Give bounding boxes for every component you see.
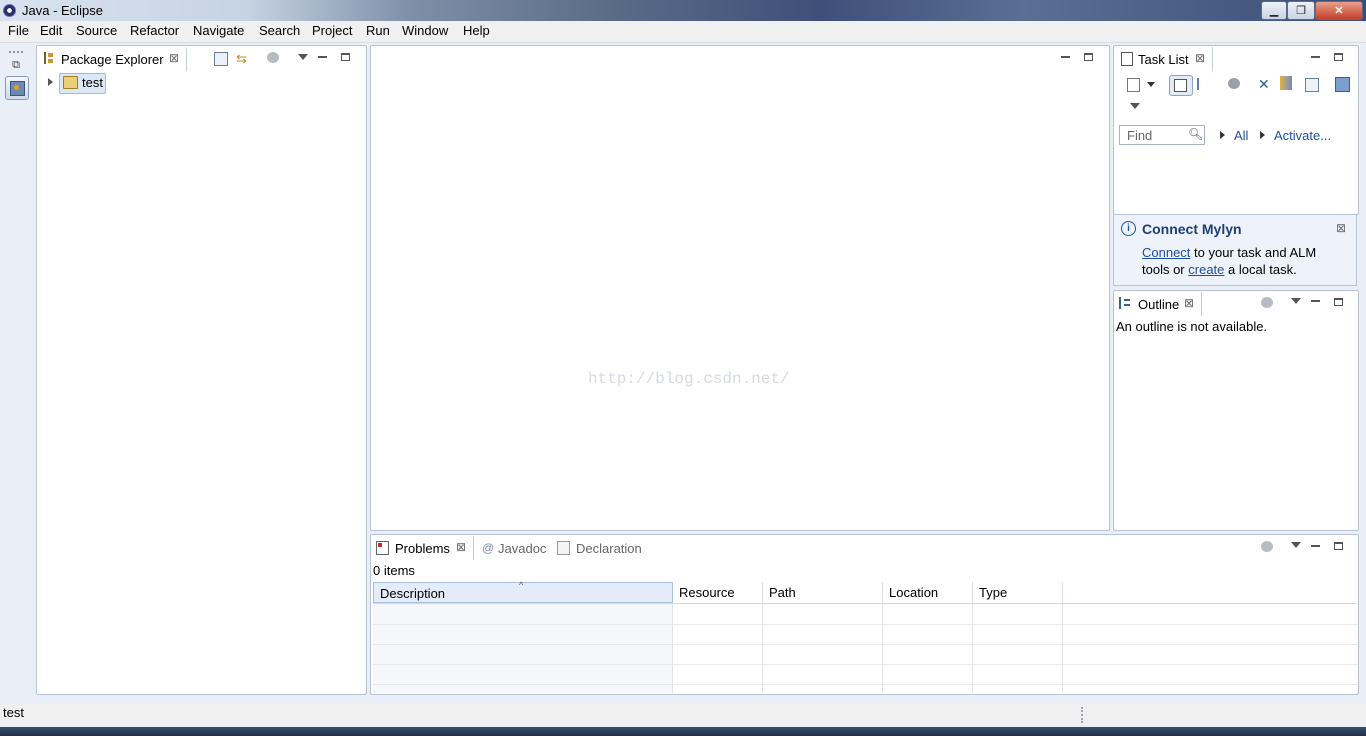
restore-icon[interactable]: ⧉ (9, 59, 23, 71)
package-explorer-panel (36, 45, 367, 695)
menu-search[interactable]: Search (259, 23, 300, 38)
link-with-editor-icon[interactable]: ⇆ (236, 51, 247, 67)
outline-label: Outline (1138, 297, 1180, 312)
tab-declaration[interactable]: Declaration (576, 541, 642, 556)
connect-link[interactable]: Connect (1142, 245, 1190, 260)
watermark: http://blog.csdn.net/ (588, 370, 790, 388)
collapse-all-icon[interactable] (214, 52, 228, 66)
minimize-window-button[interactable]: ▁ (1261, 1, 1287, 20)
close-window-button[interactable]: ✕ (1315, 1, 1363, 20)
status-grip (1081, 707, 1085, 723)
close-icon[interactable]: ⊠ (1336, 221, 1346, 235)
synchronize-icon[interactable] (1280, 76, 1292, 90)
package-explorer-icon (44, 52, 57, 64)
info-icon: i (1121, 221, 1136, 236)
os-taskbar (0, 727, 1366, 736)
outline-icon (1119, 297, 1133, 309)
filter-arrow-icon (1220, 131, 1225, 139)
menu-project[interactable]: Project (312, 23, 352, 38)
outline-message: An outline is not available. (1116, 319, 1268, 334)
hide-completed-icon[interactable]: ✕ (1258, 76, 1270, 93)
status-bar (0, 704, 1366, 726)
task-list-icon (1121, 52, 1133, 66)
status-text: test (3, 705, 24, 720)
maximize-icon[interactable] (1334, 53, 1343, 61)
title-bar (0, 0, 1366, 21)
declaration-icon (557, 541, 570, 555)
javadoc-icon: @ (482, 541, 495, 555)
minimize-icon[interactable] (1311, 300, 1320, 302)
minimize-icon[interactable] (318, 56, 327, 58)
find-field[interactable]: Find 🔍︎ (1119, 125, 1205, 145)
view-menu-icon[interactable] (1130, 103, 1140, 109)
focus-icon[interactable] (267, 52, 279, 63)
focus-icon[interactable] (1228, 78, 1240, 89)
menu-source[interactable]: Source (76, 23, 117, 38)
link-icon[interactable] (1335, 77, 1350, 92)
task-list-label: Task List (1138, 52, 1189, 67)
menu-navigate[interactable]: Navigate (193, 23, 244, 38)
categorized-icon (1174, 79, 1187, 92)
package-explorer-label: Package Explorer (61, 52, 164, 67)
problems-count: 0 items (373, 563, 415, 578)
maximize-window-button[interactable]: ❐ (1287, 1, 1315, 20)
mylyn-text-2: tools or (1142, 262, 1185, 277)
activate-link[interactable]: Activate... (1274, 128, 1331, 143)
perspective-trim: ⧉ (2, 45, 30, 103)
new-task-dropdown-icon[interactable] (1147, 82, 1155, 87)
column-type[interactable]: Type (973, 582, 1063, 603)
editor-area[interactable] (370, 45, 1110, 531)
window-title: Java - Eclipse (22, 3, 103, 18)
mylyn-title: Connect Mylyn (1142, 221, 1242, 237)
problems-icon (376, 541, 389, 555)
expand-arrow-icon[interactable] (48, 78, 53, 86)
find-placeholder: Find (1127, 128, 1153, 143)
table-body (373, 604, 673, 693)
scheduled-icon[interactable] (1197, 78, 1211, 90)
menu-help[interactable]: Help (463, 23, 490, 38)
search-icon: 🔍︎ (1188, 127, 1204, 141)
focus-icon[interactable] (1261, 541, 1273, 552)
column-location[interactable]: Location (883, 582, 973, 603)
tab-javadoc[interactable]: Javadoc (498, 541, 546, 556)
maximize-icon[interactable] (341, 53, 350, 61)
close-icon[interactable]: ⊠ (456, 540, 466, 554)
column-resource[interactable]: Resource (673, 582, 763, 603)
menu-window[interactable]: Window (402, 23, 448, 38)
java-perspective-button[interactable] (5, 76, 29, 100)
sort-ascending-icon: ^ (519, 580, 524, 590)
problems-label: Problems (395, 541, 450, 556)
mylyn-text-1: to your task and ALM (1194, 245, 1317, 260)
menu-run[interactable]: Run (366, 23, 390, 38)
minimize-icon[interactable] (1061, 56, 1070, 58)
mylyn-line-1: Connect to your task and ALM (1142, 245, 1316, 260)
view-menu-icon[interactable] (298, 54, 308, 60)
minimize-icon[interactable] (1311, 56, 1320, 58)
close-icon[interactable]: ⊠ (169, 51, 179, 65)
eclipse-icon (3, 4, 16, 17)
collapse-all-icon[interactable] (1305, 78, 1319, 92)
column-path[interactable]: Path (763, 582, 883, 603)
mylyn-line-2: tools or create a local task. (1142, 262, 1297, 277)
menu-edit[interactable]: Edit (40, 23, 62, 38)
tree-item-label: test (82, 75, 103, 90)
minimize-icon[interactable] (1311, 545, 1320, 547)
activate-arrow-icon (1260, 131, 1265, 139)
view-menu-icon[interactable] (1291, 298, 1301, 304)
project-folder-icon (63, 76, 78, 89)
maximize-icon[interactable] (1084, 53, 1093, 61)
menu-refactor[interactable]: Refactor (130, 23, 179, 38)
focus-icon[interactable] (1261, 297, 1273, 308)
menu-file[interactable]: File (8, 23, 29, 38)
new-task-icon[interactable] (1127, 78, 1140, 92)
mylyn-text-3: a local task. (1228, 262, 1297, 277)
maximize-icon[interactable] (1334, 542, 1343, 550)
view-menu-icon[interactable] (1291, 542, 1301, 548)
filter-all-link[interactable]: All (1234, 128, 1248, 143)
create-link[interactable]: create (1188, 262, 1224, 277)
close-icon[interactable]: ⊠ (1184, 296, 1194, 310)
maximize-icon[interactable] (1334, 298, 1343, 306)
close-icon[interactable]: ⊠ (1195, 51, 1205, 65)
